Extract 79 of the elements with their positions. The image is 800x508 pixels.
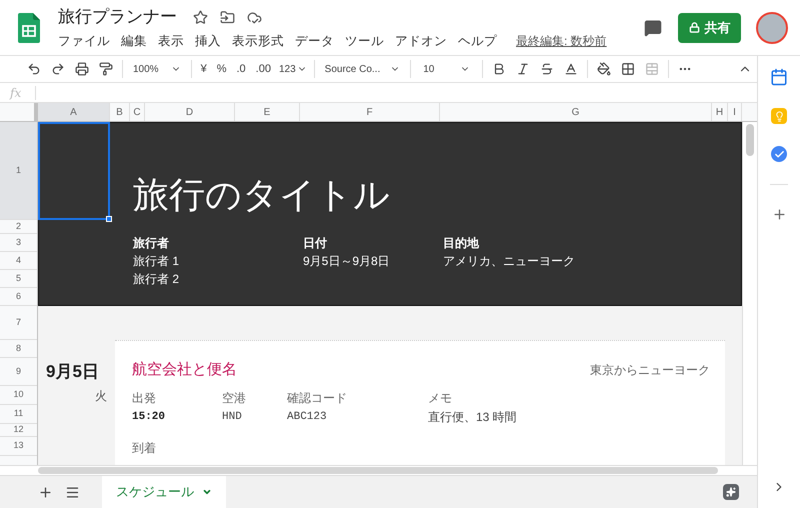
row-header[interactable]: 9	[0, 358, 37, 386]
spreadsheet-logo-icon[interactable]	[18, 12, 40, 42]
menu-item[interactable]: 編集	[121, 32, 147, 51]
detail-label: 確認コード	[287, 390, 348, 406]
menu-item[interactable]: 挿入	[195, 32, 221, 51]
route-text: 東京からニューヨーク	[590, 362, 710, 380]
detail-value: ABC123	[287, 410, 328, 424]
day-date: 9月5日	[45, 361, 100, 384]
detail-label: 出発	[132, 390, 157, 406]
column-header[interactable]: F	[300, 103, 440, 121]
arrival-label: 到着	[132, 440, 157, 456]
row-header[interactable]: 12	[0, 424, 37, 437]
number-format-dropdown[interactable]: 123	[276, 62, 310, 76]
font-dropdown[interactable]: Source Co...	[318, 62, 406, 76]
menu-item[interactable]: 表示形式	[232, 32, 284, 51]
field-label: 旅行者	[133, 235, 170, 252]
field-value: 旅行者 1	[133, 253, 180, 270]
selected-cell[interactable]	[38, 122, 110, 220]
row-header[interactable]: 6	[0, 288, 37, 306]
row-header[interactable]: 4	[0, 252, 37, 270]
menu-item[interactable]: ファイル	[58, 32, 110, 51]
document-title[interactable]: 旅行プランナー	[58, 4, 177, 30]
menu-item[interactable]: アドオン	[395, 32, 447, 51]
detail-value: 直行便、13 時間	[428, 408, 518, 426]
tasks-icon[interactable]	[771, 146, 787, 162]
avatar[interactable]	[756, 12, 788, 44]
currency-format-button[interactable]: ¥	[196, 57, 212, 81]
share-button[interactable]: 共有	[678, 12, 741, 42]
column-header[interactable]: G	[440, 103, 712, 121]
field-label: 日付	[303, 235, 328, 252]
row-header[interactable]: 3	[0, 234, 37, 252]
last-edit-link[interactable]: 最終編集: 数秒前	[516, 32, 607, 50]
lock-icon	[688, 22, 700, 33]
day-weekday: 火	[94, 388, 108, 404]
column-header[interactable]: D	[145, 103, 235, 121]
airline-flight-title: 航空会社と便名	[132, 360, 237, 380]
comment-icon[interactable]	[644, 18, 662, 36]
row-header[interactable]: 10	[0, 386, 37, 405]
increase-decimals-button[interactable]: .00	[250, 57, 276, 81]
menu-item[interactable]: データ	[295, 32, 334, 51]
row-header[interactable]: 8	[0, 340, 37, 358]
add-addon-icon[interactable]	[772, 207, 786, 222]
formula-label: fx	[0, 86, 36, 100]
detail-label: 空港	[222, 390, 247, 406]
field-value: 9月5日～9月8日	[303, 253, 391, 270]
row-header[interactable]: 5	[0, 270, 37, 288]
folder-icon[interactable]	[220, 10, 235, 25]
menu-item[interactable]: ヘルプ	[458, 32, 497, 51]
column-header[interactable]: C	[130, 103, 145, 121]
detail-label: メモ	[428, 390, 453, 406]
vertical-scrollbar[interactable]	[742, 122, 757, 465]
field-value: アメリカ、ニューヨーク	[443, 253, 576, 270]
row-header[interactable]: 2	[0, 220, 37, 234]
field-value: 旅行者 2	[133, 271, 180, 288]
row-header[interactable]: 7	[0, 306, 37, 340]
star-icon[interactable]	[193, 10, 208, 25]
trip-title: 旅行のタイトル	[132, 173, 391, 217]
menu-item[interactable]: ツール	[345, 32, 384, 51]
row-header[interactable]: 11	[0, 405, 37, 424]
column-header[interactable]: I	[728, 103, 742, 121]
column-header[interactable]: E	[235, 103, 300, 121]
row-header[interactable]: 13	[0, 437, 37, 456]
font-size-dropdown[interactable]: 10	[415, 62, 478, 76]
calendar-icon[interactable]	[770, 68, 788, 86]
column-header[interactable]: B	[110, 103, 130, 121]
row-header[interactable]: 1	[0, 122, 37, 220]
horizontal-scrollbar[interactable]	[38, 467, 718, 474]
percent-format-button[interactable]: %	[212, 57, 232, 81]
detail-value: HND	[222, 410, 243, 424]
cloud-check-icon[interactable]	[247, 10, 262, 25]
detail-value: 15:20	[132, 410, 166, 424]
decrease-decimals-button[interactable]: .0	[231, 57, 251, 81]
caret-icon	[202, 487, 212, 497]
column-header[interactable]: H	[712, 103, 728, 121]
field-label: 目的地	[443, 235, 480, 252]
zoom-dropdown[interactable]: 100%	[127, 62, 187, 76]
sheet-tab[interactable]: スケジュール	[102, 476, 226, 508]
menu-item[interactable]: 表示	[158, 32, 184, 51]
column-header[interactable]: A	[38, 103, 110, 121]
